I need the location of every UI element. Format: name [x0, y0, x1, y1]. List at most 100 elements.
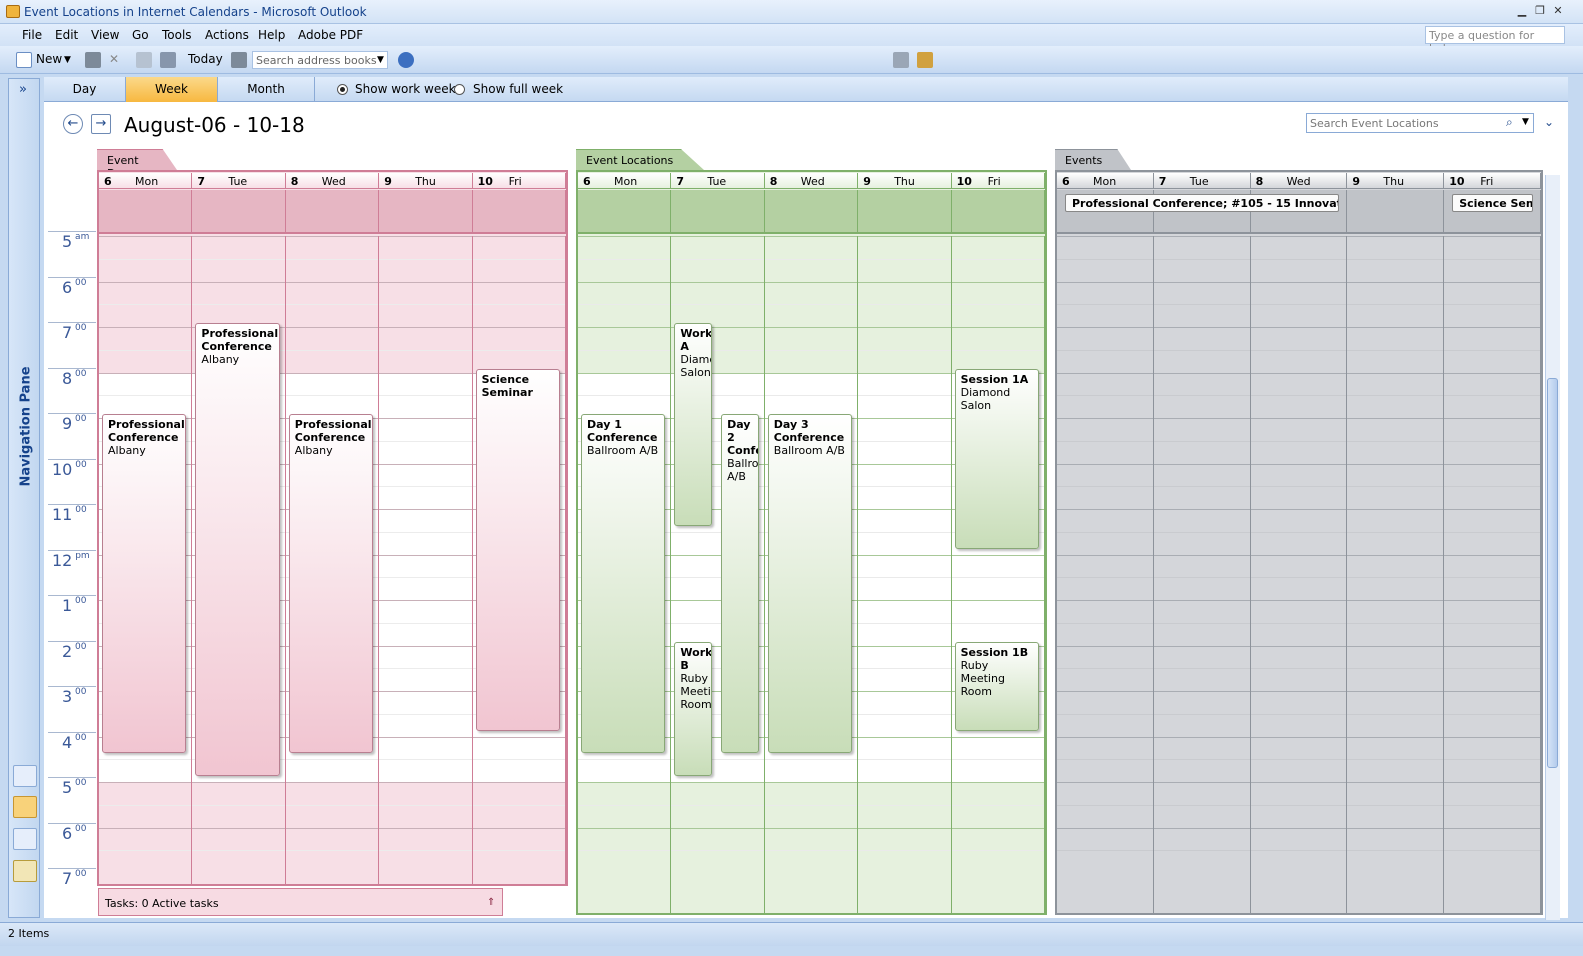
time-slot[interactable]	[1444, 622, 1540, 646]
all-day-area[interactable]	[472, 190, 566, 234]
time-slot[interactable]	[951, 600, 1044, 623]
time-slot[interactable]	[1444, 281, 1540, 305]
time-slot[interactable]	[1153, 577, 1250, 600]
time-slot[interactable]	[578, 827, 671, 851]
time-slot[interactable]	[1347, 827, 1444, 851]
all-day-area[interactable]	[192, 190, 286, 234]
time-slot[interactable]	[1153, 622, 1250, 646]
time-slot[interactable]	[951, 304, 1044, 327]
time-slot[interactable]	[99, 372, 192, 396]
forward-arrow-icon[interactable]: →	[91, 114, 111, 134]
time-slot[interactable]	[1250, 372, 1347, 396]
time-slot[interactable]	[1057, 600, 1153, 623]
time-slot[interactable]	[858, 600, 951, 623]
time-slot[interactable]	[951, 850, 1044, 873]
time-slot[interactable]	[1057, 440, 1153, 464]
time-slot[interactable]	[1250, 713, 1347, 737]
menu-tools[interactable]: Tools	[162, 28, 192, 42]
time-slot[interactable]	[764, 258, 858, 282]
all-day-area[interactable]	[858, 190, 952, 234]
day-header-mon[interactable]: 6 Mon	[1057, 173, 1154, 189]
calendar-tab[interactable]: Event Locations	[576, 149, 704, 170]
time-slot[interactable]	[858, 486, 951, 509]
appointment[interactable]: Professional Conference Albany	[102, 414, 187, 754]
time-slot[interactable]	[1153, 236, 1250, 259]
time-slot[interactable]	[1444, 372, 1540, 396]
all-day-area[interactable]	[671, 190, 765, 234]
time-slot[interactable]	[1057, 395, 1153, 418]
day-column[interactable]	[951, 236, 1045, 913]
time-slot[interactable]	[858, 440, 951, 464]
contacts-icon[interactable]	[13, 828, 37, 850]
time-slot[interactable]	[764, 782, 858, 805]
time-slot[interactable]	[858, 236, 951, 259]
time-slot[interactable]	[1153, 395, 1250, 418]
time-slot[interactable]	[379, 304, 472, 327]
time-slot[interactable]	[99, 327, 192, 350]
time-slot[interactable]	[285, 281, 379, 305]
time-slot[interactable]	[1444, 850, 1540, 873]
time-slot[interactable]	[858, 281, 951, 305]
time-slot[interactable]	[1444, 463, 1540, 487]
time-slot[interactable]	[764, 804, 858, 828]
day-column[interactable]	[1444, 236, 1541, 913]
time-slot[interactable]	[1250, 281, 1347, 305]
time-slot[interactable]	[379, 418, 472, 441]
time-slot[interactable]	[951, 281, 1044, 305]
time-slot[interactable]	[1057, 258, 1153, 282]
time-slot[interactable]	[379, 349, 472, 373]
appointment[interactable]: Session 1B Ruby Meeting Room	[954, 641, 1039, 731]
appointment[interactable]: Session 1A Diamond Salon	[954, 368, 1039, 549]
time-slot[interactable]	[764, 281, 858, 305]
time-slot[interactable]	[951, 736, 1044, 760]
time-slot[interactable]	[1347, 304, 1444, 327]
time-slot[interactable]	[1250, 463, 1347, 487]
time-slot[interactable]	[1444, 418, 1540, 441]
mail-icon[interactable]	[13, 765, 37, 787]
time-slot[interactable]	[858, 827, 951, 851]
time-slot[interactable]	[858, 668, 951, 691]
time-slot[interactable]	[472, 304, 565, 327]
address-book-icon[interactable]	[231, 52, 247, 68]
time-slot[interactable]	[578, 327, 671, 350]
time-slot[interactable]	[858, 327, 951, 350]
time-slot[interactable]	[285, 349, 379, 373]
time-slot[interactable]	[1347, 782, 1444, 805]
calendar-options-icon[interactable]	[160, 52, 176, 68]
tab-month[interactable]: Month	[218, 77, 315, 102]
time-slot[interactable]	[1153, 463, 1250, 487]
day-header-thu[interactable]: 9 Thu	[1347, 173, 1445, 189]
menu-help[interactable]: Help	[258, 28, 285, 42]
time-slot[interactable]	[285, 782, 379, 805]
time-slot[interactable]	[1057, 463, 1153, 487]
time-slot[interactable]	[1347, 509, 1444, 532]
time-slot[interactable]	[858, 804, 951, 828]
time-slot[interactable]	[1153, 713, 1250, 737]
time-slot[interactable]	[578, 236, 671, 259]
time-slot[interactable]	[379, 645, 472, 669]
time-slot[interactable]	[1347, 236, 1444, 259]
find-icon[interactable]	[917, 52, 933, 68]
show-work-week-radio[interactable]	[337, 84, 348, 95]
all-day-area[interactable]	[764, 190, 859, 234]
search-event-locations-input[interactable]: Search Event Locations	[1306, 113, 1534, 133]
day-header-tue[interactable]: 7 Tue	[1153, 173, 1251, 189]
time-slot[interactable]	[1250, 691, 1347, 714]
time-slot[interactable]	[1444, 486, 1540, 509]
time-slot[interactable]	[858, 736, 951, 760]
time-slot[interactable]	[1444, 827, 1540, 851]
all-day-area[interactable]	[99, 190, 193, 234]
time-slot[interactable]	[1250, 440, 1347, 464]
time-slot[interactable]	[1250, 645, 1347, 669]
time-slot[interactable]	[379, 622, 472, 646]
time-slot[interactable]	[578, 759, 671, 782]
expand-tasks-icon[interactable]: ⇑	[487, 897, 495, 908]
time-slot[interactable]	[285, 804, 379, 828]
time-slot[interactable]	[379, 804, 472, 828]
time-slot[interactable]	[1057, 509, 1153, 532]
day-header-mon[interactable]: 6 Mon	[578, 173, 672, 189]
time-slot[interactable]	[1057, 850, 1153, 873]
time-slot[interactable]	[1444, 304, 1540, 327]
time-slot[interactable]	[1250, 304, 1347, 327]
time-slot[interactable]	[379, 736, 472, 760]
